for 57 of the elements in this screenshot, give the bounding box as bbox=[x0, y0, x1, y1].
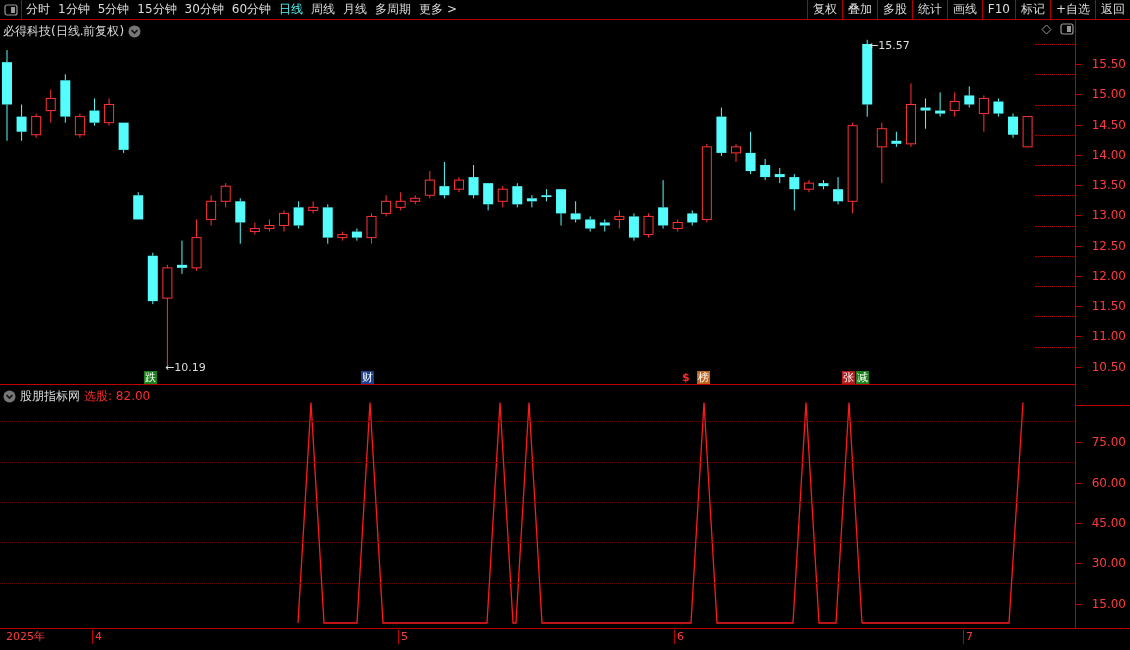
signal-tag: 张 bbox=[842, 371, 855, 384]
month-label: 5 bbox=[398, 630, 408, 644]
signal-tag: 减 bbox=[856, 371, 869, 384]
indicator-name: 股朋指标网 bbox=[20, 388, 80, 405]
panel-toggle-icon[interactable] bbox=[1060, 23, 1074, 35]
price-label: 13.00 bbox=[1091, 209, 1126, 222]
period-tab[interactable]: 15分钟 bbox=[133, 0, 181, 19]
price-label: 14.00 bbox=[1091, 148, 1126, 161]
toolbar-button[interactable]: 叠加 bbox=[841, 0, 877, 19]
indicator-axis-label: 30.00 bbox=[1091, 557, 1126, 570]
diamond-icon[interactable] bbox=[1041, 23, 1052, 35]
price-label: 12.50 bbox=[1091, 239, 1126, 252]
period-tab[interactable]: 5分钟 bbox=[93, 0, 134, 19]
price-label: 14.50 bbox=[1091, 118, 1126, 131]
chevron-down-icon[interactable] bbox=[3, 389, 16, 403]
price-label: 10.50 bbox=[1091, 360, 1126, 373]
toolbar-button[interactable]: 复权 bbox=[806, 0, 842, 19]
toolbar-button[interactable]: 返回 bbox=[1095, 0, 1130, 19]
indicator-axis-label: 60.00 bbox=[1091, 476, 1126, 489]
signal-tag: 榜 bbox=[697, 371, 710, 384]
year-label: 2025年 bbox=[5, 630, 45, 644]
period-tab[interactable]: 更多 > bbox=[415, 0, 461, 19]
price-label: 12.00 bbox=[1091, 269, 1126, 282]
panel-toggle-icon[interactable] bbox=[3, 3, 18, 16]
signal-tag: 财 bbox=[361, 371, 374, 384]
price-label: 15.50 bbox=[1091, 58, 1126, 70]
month-label: 4 bbox=[92, 630, 102, 644]
toolbar-button[interactable]: F10 bbox=[981, 0, 1015, 19]
toolbar-button[interactable]: +自选 bbox=[1049, 0, 1095, 19]
period-tab[interactable]: 周线 bbox=[307, 0, 340, 19]
period-tab[interactable]: 1分钟 bbox=[54, 0, 94, 19]
price-label: 11.00 bbox=[1091, 330, 1126, 343]
toolbar-button[interactable]: 多股 bbox=[876, 0, 912, 19]
signal-mark: $ bbox=[681, 371, 691, 384]
period-tab[interactable]: 分时 bbox=[22, 0, 54, 19]
toolbar-button[interactable]: 画线 bbox=[946, 0, 982, 19]
indicator-axis-label: 45.00 bbox=[1091, 516, 1126, 529]
indicator-axis-label: 75.00 bbox=[1091, 436, 1126, 449]
month-label: 7 bbox=[963, 630, 973, 644]
chart-title: 必得科技(日线.前复权) bbox=[3, 23, 125, 40]
toolbar-button[interactable]: 统计 bbox=[911, 0, 947, 19]
chevron-down-icon[interactable] bbox=[128, 24, 142, 38]
period-tab[interactable]: 60分钟 bbox=[227, 0, 276, 19]
signal-tag: 跌 bbox=[144, 371, 157, 384]
period-tab[interactable]: 日线 bbox=[275, 0, 308, 19]
price-label: 11.50 bbox=[1091, 300, 1126, 312]
period-tab[interactable]: 月线 bbox=[339, 0, 372, 19]
indicator-reading: 选股: 82.00 bbox=[84, 388, 151, 405]
price-label: 13.50 bbox=[1091, 179, 1126, 191]
toolbar-button[interactable]: 标记 bbox=[1014, 0, 1050, 19]
month-label: 6 bbox=[674, 630, 684, 644]
high-price-label: ←15.57 bbox=[869, 38, 910, 54]
indicator-axis-label: 15.00 bbox=[1091, 597, 1126, 610]
low-price-label: ←10.19 bbox=[165, 360, 206, 376]
period-tab[interactable]: 30分钟 bbox=[180, 0, 228, 19]
price-label: 15.00 bbox=[1091, 88, 1126, 101]
period-tab[interactable]: 多周期 bbox=[371, 0, 416, 19]
